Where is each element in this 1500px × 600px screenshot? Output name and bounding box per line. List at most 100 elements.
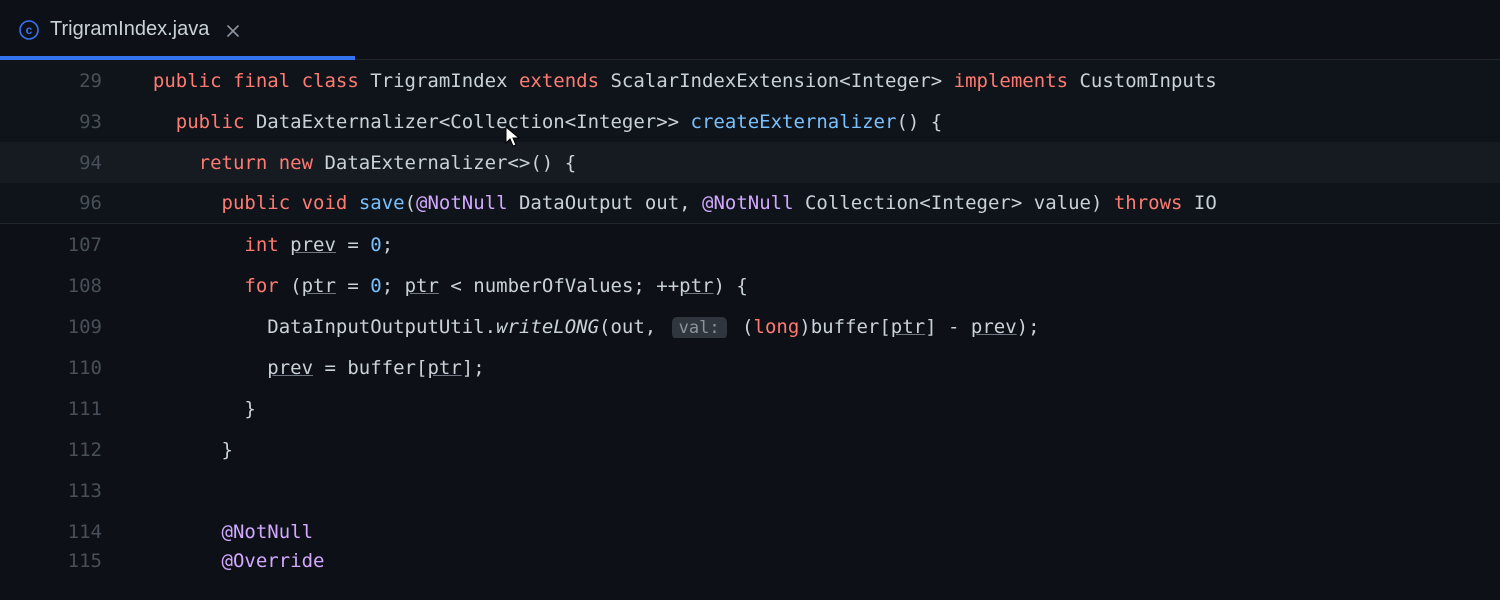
code-content[interactable]: DataInputOutputUtil.writeLONG(out, val: …: [130, 316, 1500, 338]
code-token: [130, 521, 222, 543]
code-token: [130, 275, 244, 297]
code-token: (out,: [599, 316, 668, 338]
line-number[interactable]: 108: [0, 275, 130, 297]
code-token: int: [244, 234, 278, 256]
code-line[interactable]: 94 return new DataExternalizer<>() {: [0, 142, 1500, 183]
line-number[interactable]: 107: [0, 234, 130, 256]
tab-title: TrigramIndex.java: [50, 18, 209, 41]
code-token: ) {: [713, 275, 747, 297]
java-class-icon: c: [18, 19, 40, 41]
code-token: DataInputOutputUtil.: [267, 316, 496, 338]
code-token: ;: [382, 234, 393, 256]
code-token: ] -: [925, 316, 971, 338]
line-number[interactable]: 113: [0, 480, 130, 502]
code-content[interactable]: }: [130, 439, 1500, 461]
code-token: = buffer[: [313, 357, 427, 379]
code-token: [130, 111, 176, 133]
code-line[interactable]: 113: [0, 470, 1500, 511]
code-line[interactable]: 111 }: [0, 388, 1500, 429]
line-number[interactable]: 96: [0, 192, 130, 214]
code-content[interactable]: @NotNull: [130, 521, 1500, 543]
code-token: DataExternalizer<>() {: [313, 152, 576, 174]
code-token: [130, 316, 267, 338]
code-token: @Override: [222, 550, 325, 572]
code-editor[interactable]: 29 public final class TrigramIndex exten…: [0, 60, 1500, 600]
code-content[interactable]: for (ptr = 0; ptr < numberOfValues; ++pt…: [130, 275, 1500, 297]
code-token: TrigramIndex: [359, 70, 519, 92]
code-line[interactable]: 115 @Override: [0, 552, 1500, 569]
code-content[interactable]: public void save(@NotNull DataOutput out…: [130, 192, 1500, 214]
code-token: =: [336, 275, 370, 297]
code-token: [130, 439, 222, 461]
code-token: writeLONG: [496, 316, 599, 338]
code-token: (: [279, 275, 302, 297]
code-token: [130, 192, 222, 214]
code-content[interactable]: int prev = 0;: [130, 234, 1500, 256]
line-number[interactable]: 110: [0, 357, 130, 379]
line-number[interactable]: 112: [0, 439, 130, 461]
code-line[interactable]: 107 int prev = 0;: [0, 224, 1500, 265]
code-token: ptr: [891, 316, 925, 338]
code-line[interactable]: 29 public final class TrigramIndex exten…: [0, 60, 1500, 101]
code-token: 0: [370, 275, 381, 297]
code-token: return new: [199, 152, 313, 174]
code-token: )buffer[: [799, 316, 891, 338]
code-token: ptr: [302, 275, 336, 297]
code-token: throws: [1114, 192, 1183, 214]
code-token: 0: [370, 234, 381, 256]
code-line[interactable]: 109 DataInputOutputUtil.writeLONG(out, v…: [0, 306, 1500, 347]
tab-bar: c TrigramIndex.java: [0, 0, 1500, 60]
code-token: long: [754, 316, 800, 338]
code-token: [130, 357, 267, 379]
code-token: < numberOfValues; ++: [439, 275, 679, 297]
code-content[interactable]: }: [130, 398, 1500, 420]
code-token: DataOutput out,: [508, 192, 702, 214]
code-content[interactable]: public DataExternalizer<Collection<Integ…: [130, 111, 1500, 133]
code-content[interactable]: public final class TrigramIndex extends …: [130, 70, 1500, 92]
code-token: @NotNull: [416, 192, 508, 214]
code-token: extends: [519, 70, 599, 92]
code-token: ptr: [405, 275, 439, 297]
line-number[interactable]: 114: [0, 521, 130, 543]
code-token: public final class: [153, 70, 359, 92]
code-token: @NotNull: [702, 192, 794, 214]
code-token: );: [1017, 316, 1040, 338]
code-token: CustomInputs: [1068, 70, 1217, 92]
code-content[interactable]: @Override: [130, 550, 1500, 572]
line-number[interactable]: 29: [0, 70, 130, 92]
code-token: ScalarIndexExtension<Integer>: [599, 70, 954, 92]
code-line[interactable]: 112 }: [0, 429, 1500, 470]
code-token: prev: [971, 316, 1017, 338]
line-number[interactable]: 94: [0, 152, 130, 174]
line-number[interactable]: 109: [0, 316, 130, 338]
code-content[interactable]: return new DataExternalizer<>() {: [130, 152, 1500, 174]
code-token: prev: [267, 357, 313, 379]
code-line[interactable]: 96 public void save(@NotNull DataOutput …: [0, 183, 1500, 224]
code-content[interactable]: prev = buffer[ptr];: [130, 357, 1500, 379]
line-number[interactable]: 115: [0, 550, 130, 572]
tab-trigramindex[interactable]: c TrigramIndex.java: [0, 0, 355, 59]
code-token: ];: [462, 357, 485, 379]
code-token: DataExternalizer<Collection<Integer>>: [244, 111, 690, 133]
code-token: ptr: [427, 357, 461, 379]
code-token: public: [176, 111, 245, 133]
code-line[interactable]: 93 public DataExternalizer<Collection<In…: [0, 101, 1500, 142]
code-token: [130, 398, 244, 420]
code-token: prev: [290, 234, 336, 256]
code-token: IO: [1182, 192, 1216, 214]
code-token: ptr: [679, 275, 713, 297]
code-token: Collection<Integer> value): [794, 192, 1114, 214]
code-token: public void: [222, 192, 348, 214]
line-number[interactable]: 93: [0, 111, 130, 133]
code-line[interactable]: 114 @NotNull: [0, 511, 1500, 552]
code-token: [347, 192, 358, 214]
code-token: [130, 550, 222, 572]
svg-text:c: c: [26, 23, 33, 37]
parameter-hint: val:: [672, 317, 727, 338]
code-token: (: [731, 316, 754, 338]
code-line[interactable]: 110 prev = buffer[ptr];: [0, 347, 1500, 388]
line-number[interactable]: 111: [0, 398, 130, 420]
code-line[interactable]: 108 for (ptr = 0; ptr < numberOfValues; …: [0, 265, 1500, 306]
code-token: () {: [896, 111, 942, 133]
close-icon[interactable]: [225, 22, 241, 38]
